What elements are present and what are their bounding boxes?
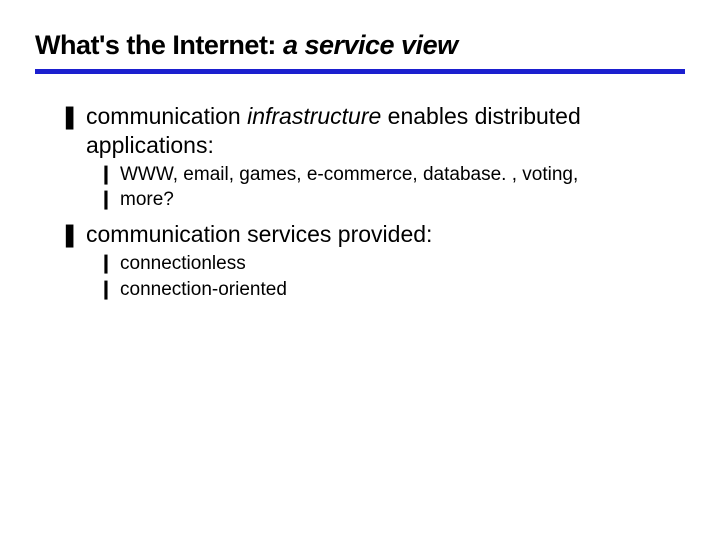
y-bullet-icon: ❙ [98, 163, 120, 187]
title-underline [35, 69, 685, 74]
slide-title: What's the Internet: a service view [35, 30, 685, 61]
bullet-level1: ❚ communication infrastructure enables d… [60, 102, 675, 160]
bullet-text: connection-oriented [120, 278, 675, 302]
title-italic: a service view [283, 30, 458, 60]
seg: communication [86, 103, 247, 129]
bullet-text: communication infrastructure enables dis… [86, 102, 675, 160]
bullet-text: more? [120, 188, 675, 212]
seg-italic: infrastructure [247, 103, 381, 129]
content: ❚ communication infrastructure enables d… [35, 102, 685, 301]
y-bullet-icon: ❙ [98, 252, 120, 276]
title-plain: What's the Internet: [35, 30, 283, 60]
y-bullet-icon: ❙ [98, 188, 120, 212]
y-bullet-icon: ❙ [98, 278, 120, 302]
bullet-text: WWW, email, games, e-commerce, database.… [120, 163, 675, 187]
bullet-level2: ❙ more? [98, 188, 675, 212]
bullet-level2: ❙ connectionless [98, 252, 675, 276]
bullet-level2: ❙ WWW, email, games, e-commerce, databas… [98, 163, 675, 187]
bullet-text: communication services provided: [86, 220, 675, 249]
bullet-text: connectionless [120, 252, 675, 276]
z-bullet-icon: ❚ [60, 102, 86, 131]
seg: communication services provided: [86, 221, 432, 247]
slide: What's the Internet: a service view ❚ co… [0, 0, 720, 301]
bullet-level2: ❙ connection-oriented [98, 278, 675, 302]
z-bullet-icon: ❚ [60, 220, 86, 249]
bullet-level1: ❚ communication services provided: [60, 220, 675, 249]
